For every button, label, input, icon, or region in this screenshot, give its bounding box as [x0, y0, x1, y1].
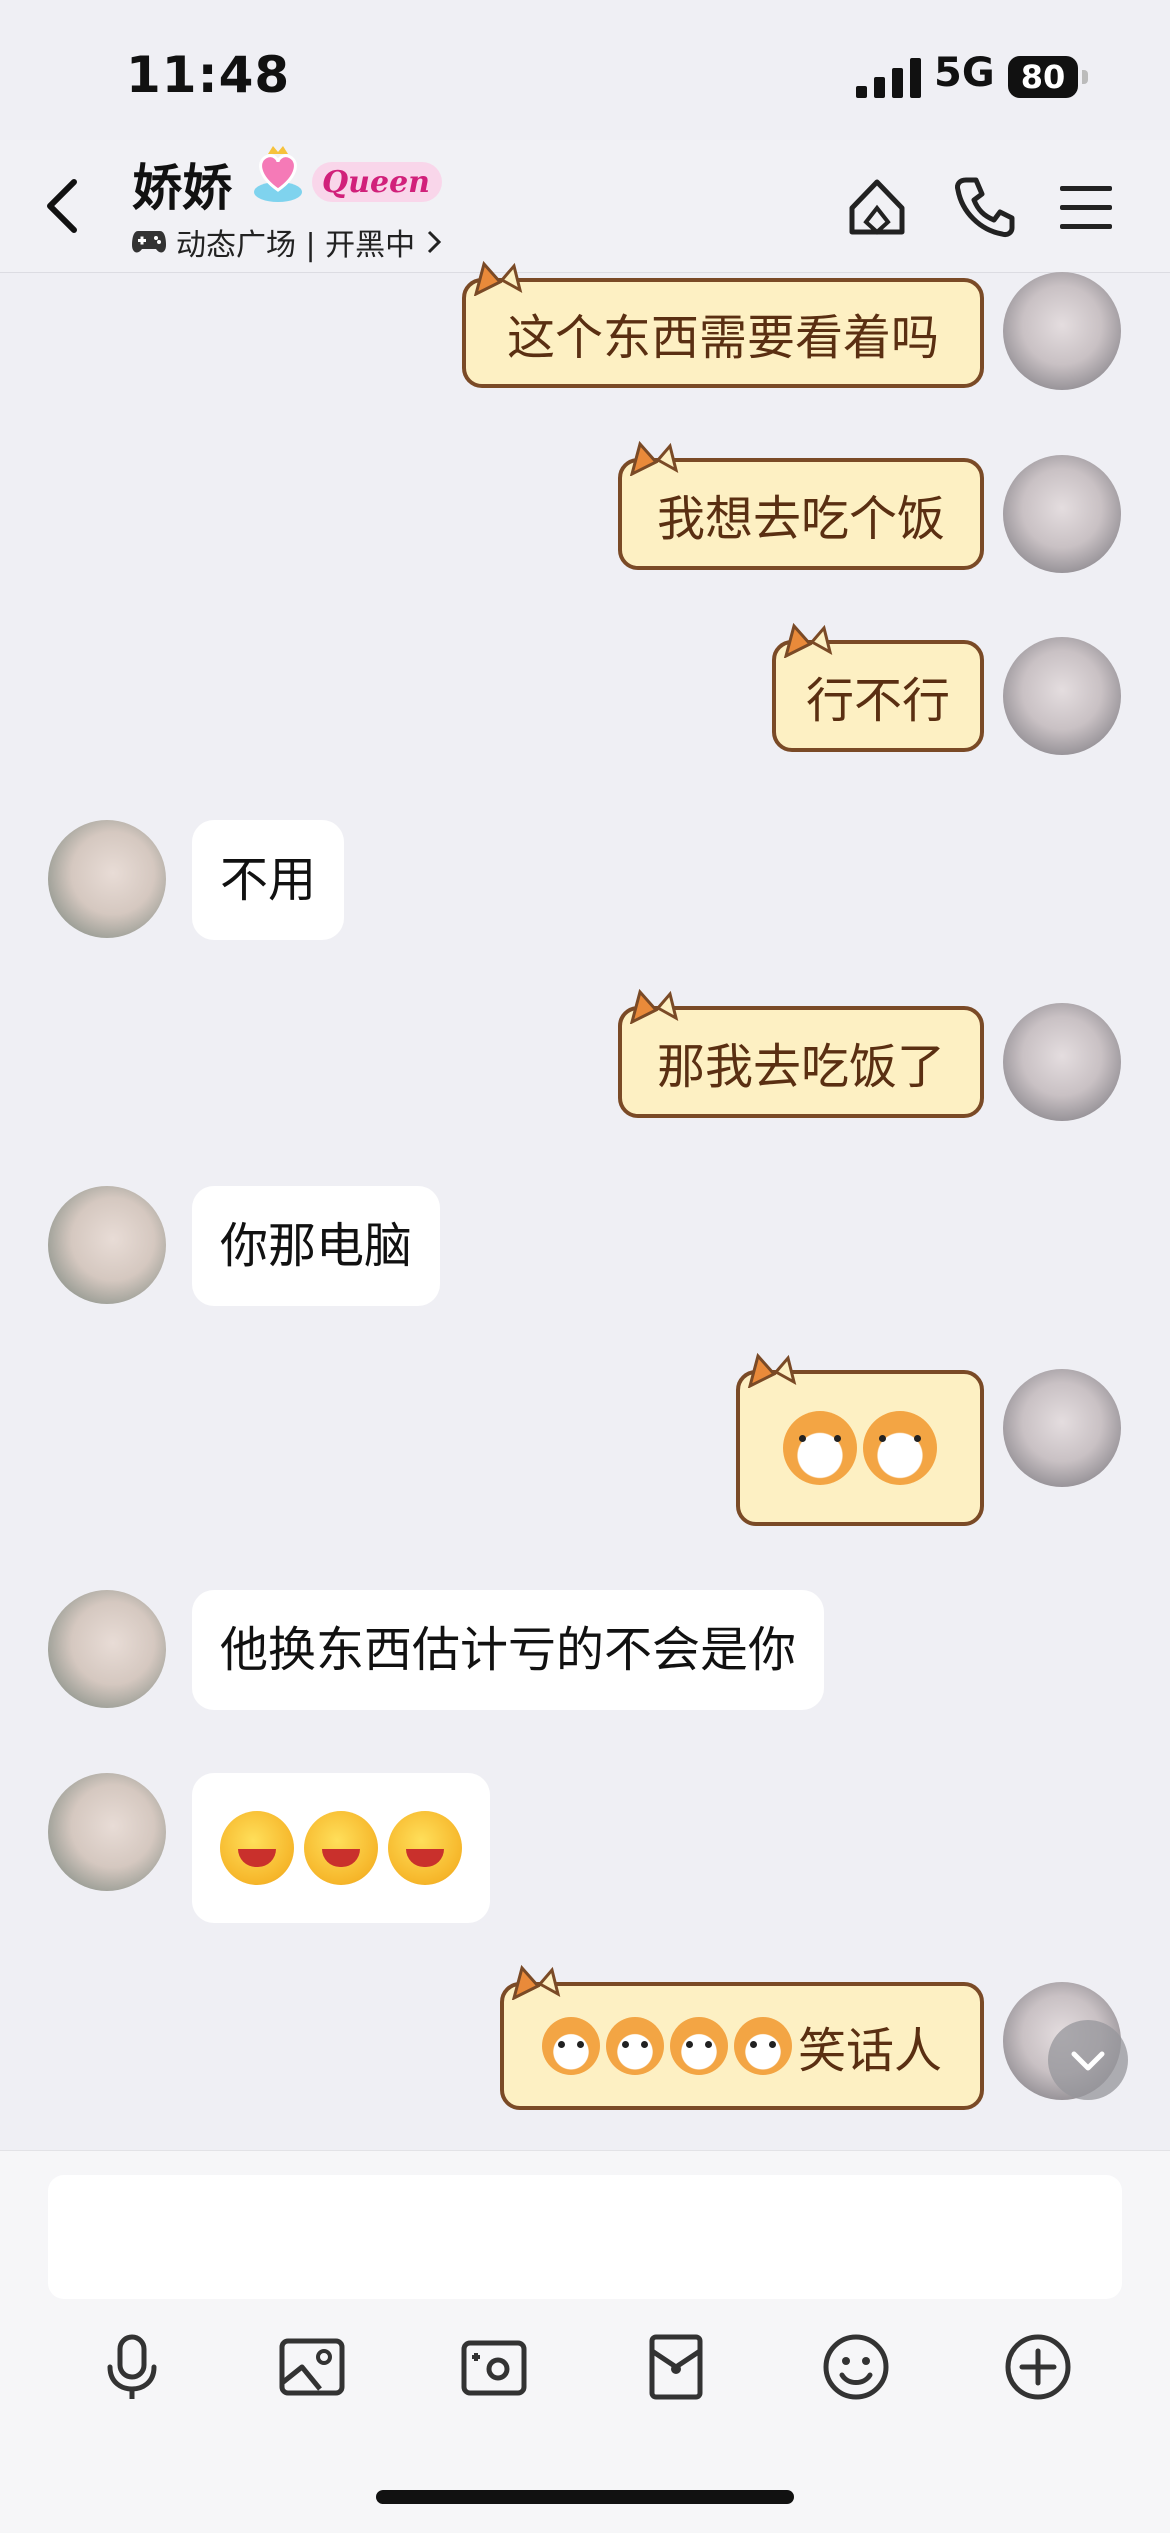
my-avatar[interactable] [1003, 637, 1121, 755]
message-text: 我想去吃个饭 [656, 491, 945, 547]
my-avatar[interactable] [1003, 1369, 1121, 1487]
laughing-emoji-icon [220, 1811, 294, 1885]
signal-icon [856, 58, 921, 98]
home-icon[interactable] [844, 174, 910, 240]
scroll-to-bottom-button[interactable] [1048, 2020, 1128, 2100]
phone-icon[interactable] [952, 174, 1018, 240]
status-time: 11:48 [126, 46, 291, 104]
chevron-down-icon [1071, 2051, 1105, 2071]
message-text: 不用 [220, 852, 317, 908]
my-avatar[interactable] [1003, 272, 1121, 390]
message-bubble-me[interactable] [736, 1352, 984, 1526]
battery-level: 80 [1008, 56, 1078, 98]
my-avatar[interactable] [1003, 455, 1121, 573]
queen-badge-icon: Queen [312, 162, 442, 202]
message-bubble-me[interactable]: 这个东西需要看着吗 [462, 260, 984, 388]
message-input[interactable] [48, 2175, 1122, 2299]
heart-badge-icon [254, 146, 302, 202]
mic-icon[interactable] [92, 2327, 172, 2407]
chevron-right-icon [428, 230, 442, 254]
shiba-emoji-icon [605, 2017, 664, 2075]
contact-subtitle: 动态广场 | 开黑中 [176, 228, 416, 263]
my-avatar[interactable] [1003, 1003, 1121, 1121]
laughing-emoji-icon [304, 1811, 378, 1885]
message-text: 你那电脑 [220, 1218, 413, 1274]
plus-icon[interactable] [998, 2327, 1078, 2407]
contact-status[interactable]: 动态广场 | 开黑中 [132, 220, 443, 264]
input-area [0, 2150, 1170, 2533]
message-text: 他换东西估计亏的不会是你 [220, 1622, 797, 1678]
status-bar: 11:48 5G 80 [0, 0, 1170, 140]
camera-icon[interactable] [454, 2327, 534, 2407]
message-bubble-me[interactable]: 那我去吃饭了 [618, 988, 984, 1118]
home-indicator [376, 2490, 794, 2504]
message-bubble-me[interactable]: 行不行 [772, 622, 984, 752]
queen-badge-text: Queen [322, 165, 430, 200]
message-text: 那我去吃饭了 [656, 1039, 945, 1095]
gamepad-icon [132, 231, 166, 253]
contact-avatar[interactable] [48, 1773, 166, 1891]
message-text: 笑话人 [797, 2023, 942, 2079]
network-type: 5G [934, 50, 995, 96]
image-icon[interactable] [272, 2327, 352, 2407]
contact-avatar[interactable] [48, 1590, 166, 1708]
message-bubble-me[interactable]: 笑话人 [500, 1964, 984, 2110]
shiba-emoji-icon [541, 2017, 600, 2075]
red-packet-icon[interactable] [636, 2327, 716, 2407]
contact-avatar[interactable] [48, 1186, 166, 1304]
message-bubble-them[interactable] [192, 1773, 490, 1923]
message-bubble-them[interactable]: 你那电脑 [192, 1186, 441, 1306]
message-bubble-them[interactable]: 不用 [192, 820, 345, 940]
contact-name[interactable]: 娇娇 [132, 148, 232, 220]
contact-avatar[interactable] [48, 820, 166, 938]
back-icon[interactable] [38, 176, 88, 236]
emoji-icon[interactable] [816, 2327, 896, 2407]
shiba-emoji-icon [863, 1411, 937, 1485]
message-bubble-them[interactable]: 他换东西估计亏的不会是你 [192, 1590, 825, 1710]
laughing-emoji-icon [388, 1811, 462, 1885]
message-text: 这个东西需要看着吗 [506, 310, 939, 366]
chat-header: 娇娇 Queen 动态广场 | 开黑中 [0, 140, 1170, 273]
battery-icon: 80 [1008, 56, 1088, 98]
shiba-emoji-icon [669, 2017, 728, 2075]
message-bubble-me[interactable]: 我想去吃个饭 [618, 440, 984, 570]
shiba-emoji-icon [783, 1411, 857, 1485]
menu-icon[interactable] [1054, 174, 1120, 240]
shiba-emoji-icon [733, 2017, 792, 2075]
message-text: 行不行 [805, 673, 950, 729]
